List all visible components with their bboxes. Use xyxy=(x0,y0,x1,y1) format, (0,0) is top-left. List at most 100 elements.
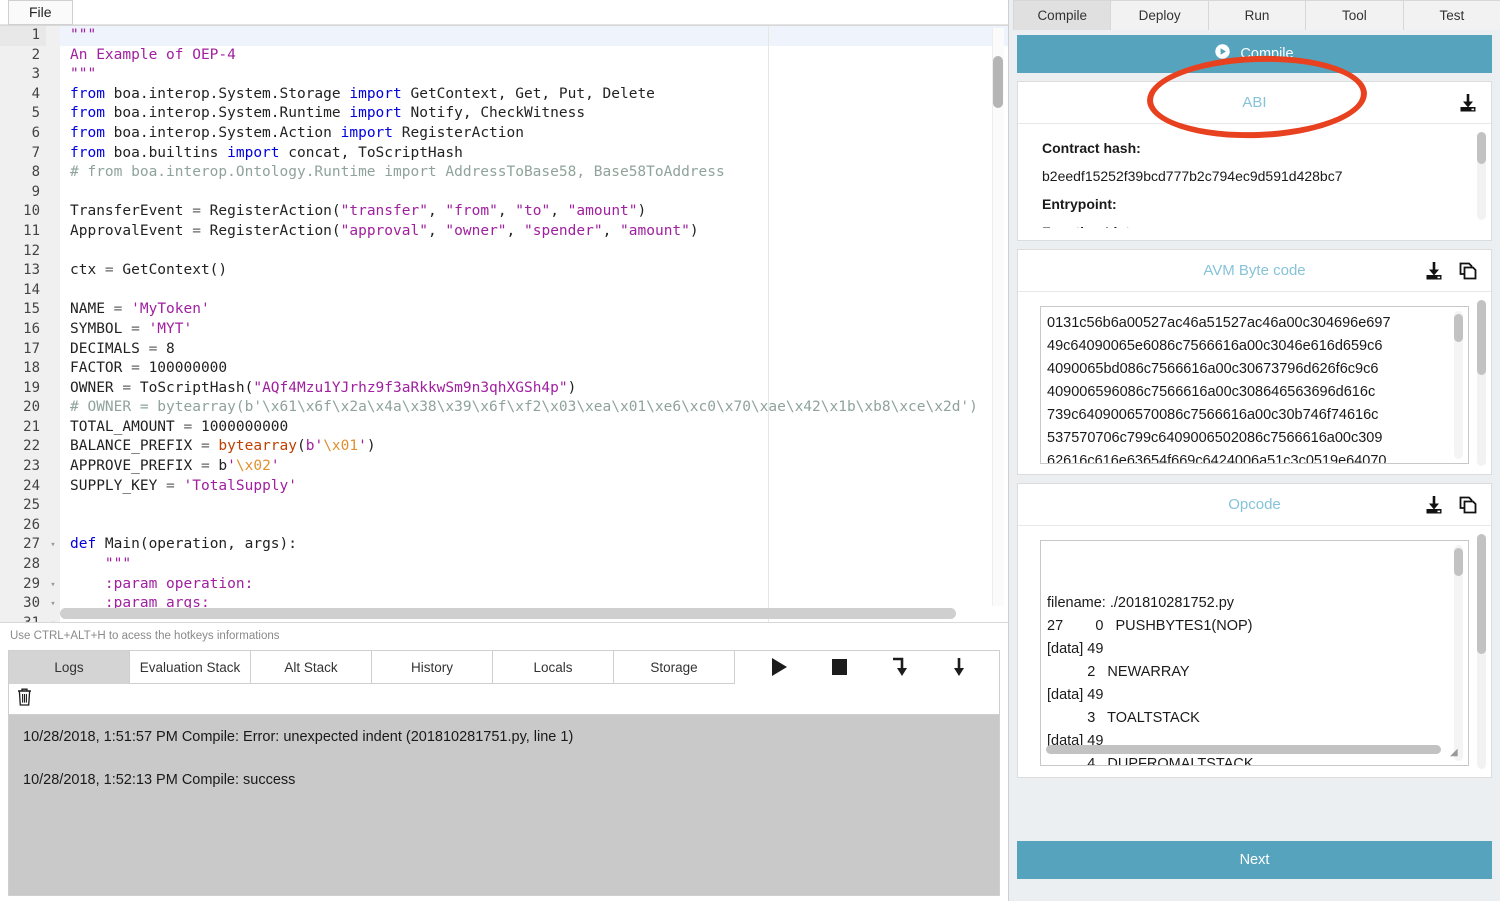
tab-deploy[interactable]: Deploy xyxy=(1110,0,1209,30)
code-line[interactable]: 25 xyxy=(0,496,1008,516)
editor-horizontal-scrollbar[interactable] xyxy=(60,608,974,619)
line-number: 27 xyxy=(0,535,46,556)
opcode-inner-scrollbar-track[interactable] xyxy=(1454,545,1463,761)
editor-vertical-scrollbar-track[interactable] xyxy=(992,28,1004,606)
code-editor[interactable]: 1 """ 2 An Example of OEP-4 3 """ 4 from boa.in… xyxy=(0,25,1008,623)
avm-bytecode-textarea[interactable]: 0131c56b6a00527ac46a51527ac46a00c304696e… xyxy=(1040,306,1469,464)
code-line[interactable]: 11 ApprovalEvent = RegisterAction("approv… xyxy=(0,221,1008,242)
avm-inner-scrollbar-thumb[interactable] xyxy=(1454,314,1463,342)
code-line[interactable]: 27 ▾ def Main(operation, args): xyxy=(0,535,1008,556)
fold-gutter xyxy=(46,555,60,575)
tab-run[interactable]: Run xyxy=(1207,0,1307,30)
tab-compile[interactable]: Compile xyxy=(1013,0,1112,30)
editor-column-guide xyxy=(768,26,769,622)
tab-test[interactable]: Test xyxy=(1402,0,1500,30)
fold-gutter xyxy=(46,182,60,203)
line-number: 29 xyxy=(0,574,46,595)
fold-gutter xyxy=(46,123,60,144)
compile-button[interactable]: Compile xyxy=(1017,35,1492,73)
fold-gutter xyxy=(46,241,60,262)
tab-tool[interactable]: Tool xyxy=(1305,0,1404,30)
fold-toggle-icon[interactable]: ▾ xyxy=(46,535,60,556)
fold-gutter xyxy=(46,359,60,379)
code-line[interactable]: 26 xyxy=(0,515,1008,536)
code-line[interactable]: 8 # from boa.interop.Ontology.Runtime imp… xyxy=(0,163,1008,183)
code-line[interactable]: 1 """ xyxy=(0,26,1008,46)
code-line-text: from boa.interop.System.Storage import G… xyxy=(70,85,655,102)
code-line[interactable]: 16 SYMBOL = 'MYT' xyxy=(0,319,1008,340)
editor-vertical-scrollbar-thumb[interactable] xyxy=(993,56,1003,108)
copy-icon[interactable] xyxy=(1457,494,1479,516)
opcode-resize-grip[interactable]: ◢ xyxy=(1450,747,1461,758)
fold-toggle-icon[interactable]: ▾ xyxy=(46,574,60,595)
opcode-inner-scrollbar-thumb[interactable] xyxy=(1454,548,1463,576)
opcode-card-header: Opcode xyxy=(1018,484,1491,526)
opcode-horizontal-scrollbar[interactable] xyxy=(1046,745,1441,754)
tab-evaluation-stack[interactable]: Evaluation Stack xyxy=(130,651,251,684)
code-line[interactable]: 28 """ xyxy=(0,555,1008,575)
code-line[interactable]: 22 BALANCE_PREFIX = bytearray(b'\x01') xyxy=(0,437,1008,458)
code-line[interactable]: 29 ▾ :param operation: xyxy=(0,574,1008,595)
code-line[interactable]: 6 from boa.interop.System.Action import R… xyxy=(0,123,1008,144)
download-icon[interactable] xyxy=(1457,92,1479,114)
next-button[interactable]: Next xyxy=(1017,841,1492,879)
code-line[interactable]: 12 xyxy=(0,241,1008,262)
code-line-text: from boa.interop.System.Runtime import N… xyxy=(70,105,586,122)
line-number: 13 xyxy=(0,261,46,281)
stop-icon[interactable] xyxy=(829,656,849,678)
code-line-text xyxy=(60,183,1008,203)
fold-toggle-icon[interactable]: ▾ xyxy=(46,613,60,622)
fold-gutter xyxy=(46,280,60,301)
step-over-icon[interactable] xyxy=(889,656,909,678)
run-icon[interactable] xyxy=(769,656,789,678)
code-line[interactable]: 3 """ xyxy=(0,65,1008,85)
code-line[interactable]: 21 TOTAL_AMOUNT = 1000000000 xyxy=(0,417,1008,438)
opcode-scrollbar-thumb[interactable] xyxy=(1477,534,1486,654)
avm-scrollbar-thumb[interactable] xyxy=(1477,300,1486,375)
file-menu-button[interactable]: File xyxy=(8,0,73,25)
code-line-text: FACTOR = 100000000 xyxy=(70,360,228,377)
avm-card-header: AVM Byte code xyxy=(1018,250,1491,292)
copy-icon[interactable] xyxy=(1457,260,1479,282)
download-icon[interactable] xyxy=(1423,494,1445,516)
tab-storage[interactable]: Storage xyxy=(614,651,735,684)
line-number: 31 xyxy=(0,613,46,622)
trash-icon[interactable] xyxy=(16,687,33,712)
tab-logs[interactable]: Logs xyxy=(9,651,130,684)
tab-locals[interactable]: Locals xyxy=(493,651,614,684)
step-into-icon[interactable] xyxy=(949,656,969,678)
code-line[interactable]: 14 xyxy=(0,280,1008,301)
code-line-text: SUPPLY_KEY = 'TotalSupply' xyxy=(70,477,297,494)
fold-gutter xyxy=(46,417,60,438)
code-line[interactable]: 5 from boa.interop.System.Runtime import … xyxy=(0,104,1008,124)
fold-toggle-icon[interactable]: ▾ xyxy=(46,594,60,614)
editor-horizontal-scrollbar-thumb[interactable] xyxy=(60,608,956,619)
compile-button-label: Compile xyxy=(1240,46,1294,62)
code-line[interactable]: 9 xyxy=(0,182,1008,203)
tab-alt-stack[interactable]: Alt Stack xyxy=(251,651,372,684)
code-line[interactable]: 2 An Example of OEP-4 xyxy=(0,45,1008,66)
download-icon[interactable] xyxy=(1423,260,1445,282)
abi-scrollbar-thumb[interactable] xyxy=(1477,132,1486,164)
code-line[interactable]: 24 SUPPLY_KEY = 'TotalSupply' xyxy=(0,476,1008,497)
line-number: 24 xyxy=(0,476,46,497)
code-line[interactable]: 23 APPROVE_PREFIX = b'\x02' xyxy=(0,457,1008,477)
code-line[interactable]: 7 from boa.builtins import concat, ToScri… xyxy=(0,143,1008,164)
debug-controls xyxy=(735,651,999,684)
code-line[interactable]: 17 DECIMALS = 8 xyxy=(0,339,1008,360)
code-line-text: """ xyxy=(104,556,132,573)
code-line[interactable]: 4 from boa.interop.System.Storage import … xyxy=(0,84,1008,105)
code-line-text: SYMBOL = 'MYT' xyxy=(70,320,193,337)
code-line[interactable]: 13 ctx = GetContext() xyxy=(0,261,1008,281)
opcode-textarea[interactable]: filename: ./201810281752.py 27 0 PUSHBYT… xyxy=(1040,540,1469,766)
line-number: 3 xyxy=(0,65,46,85)
abi-body[interactable]: Contract hash: b2eedf15252f39bcd777b2c79… xyxy=(1018,124,1491,228)
tab-history[interactable]: History xyxy=(372,651,493,684)
code-line[interactable]: 18 FACTOR = 100000000 xyxy=(0,359,1008,379)
code-line[interactable]: 10 TransferEvent = RegisterAction("transf… xyxy=(0,202,1008,222)
line-number: 16 xyxy=(0,319,46,340)
code-line[interactable]: 19 OWNER = ToScriptHash("AQf4Mzu1YJrhz9f3… xyxy=(0,378,1008,399)
abi-title: ABI xyxy=(1242,94,1267,111)
code-line[interactable]: 20 # OWNER = bytearray(b'\x61\x6f\x2a\x4a… xyxy=(0,398,1008,418)
code-line[interactable]: 15 NAME = 'MyToken' xyxy=(0,300,1008,320)
